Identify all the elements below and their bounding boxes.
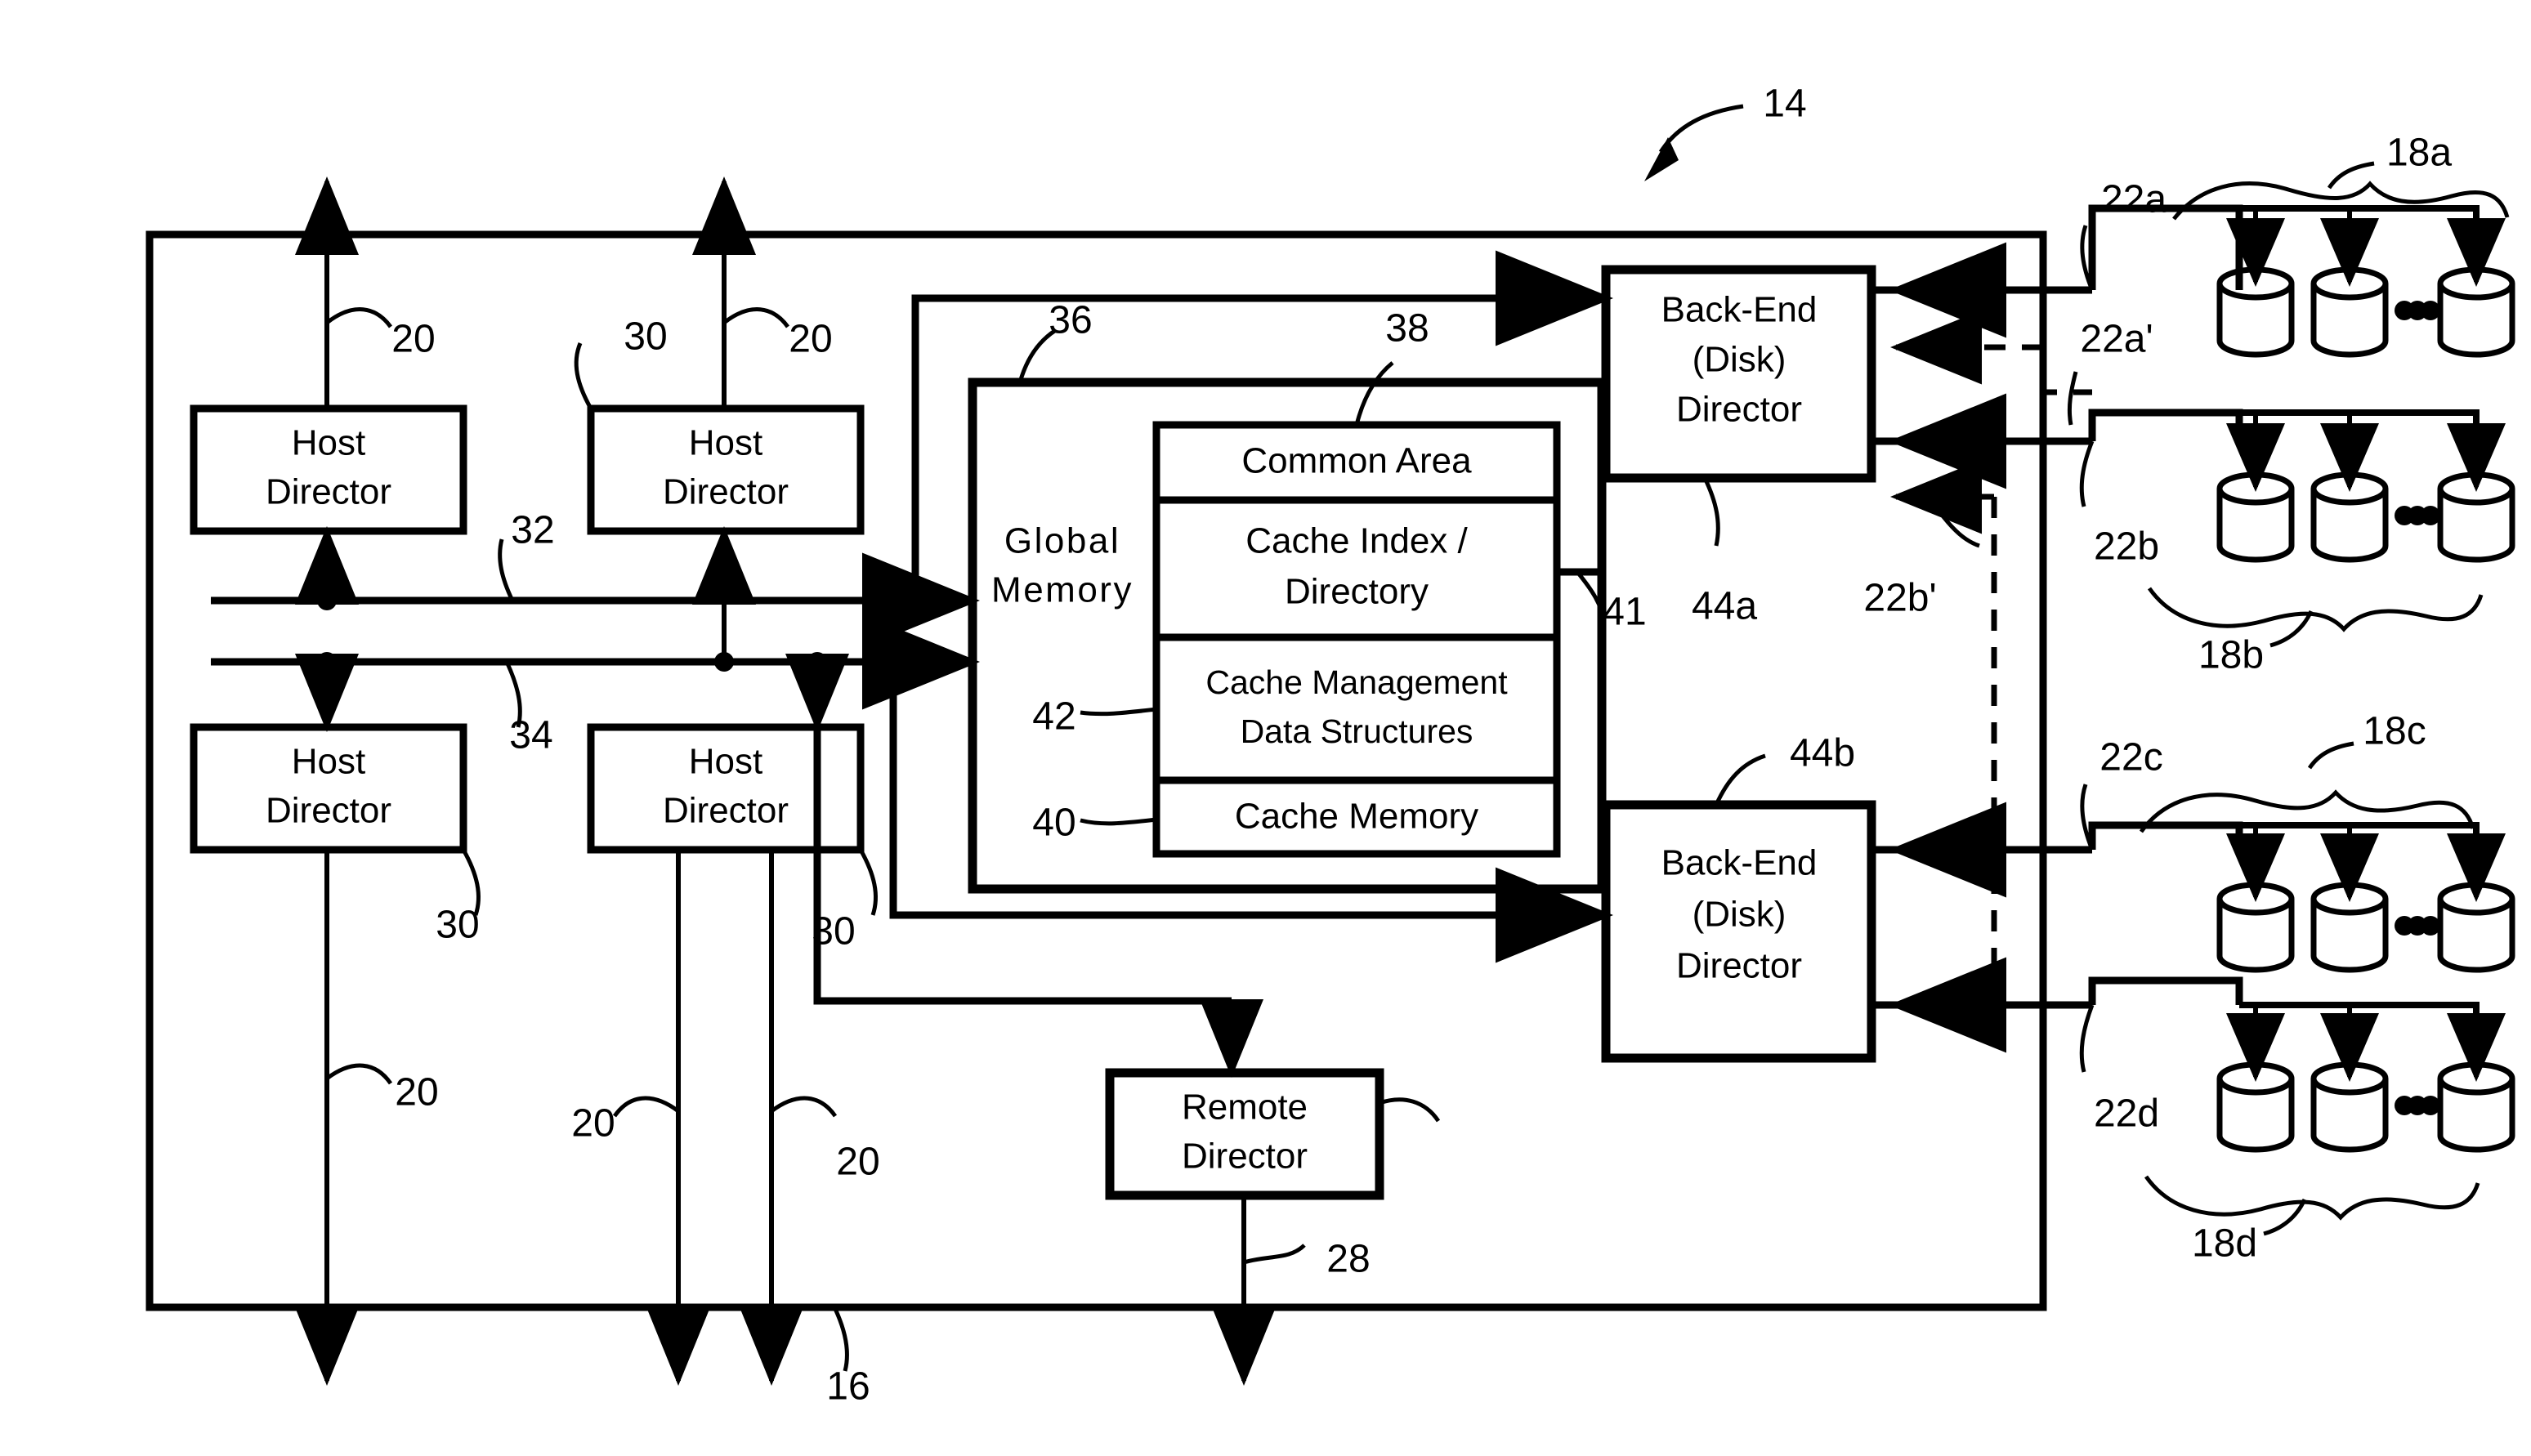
backend-director-b-line3: Director <box>1676 946 1802 986</box>
backend-director-a-line1: Back-End <box>1661 290 1818 330</box>
host-director-2-line2: Director <box>663 472 789 512</box>
host-director-1-line2: Director <box>266 472 391 512</box>
ref-18d: 18d <box>2192 1222 2257 1266</box>
host-director-4-line2: Director <box>663 791 789 831</box>
backend-director-a-line2: (Disk) <box>1693 340 1786 380</box>
ref-18a: 18a <box>2386 132 2452 175</box>
ref-30-bottom-b: 30 <box>812 910 855 954</box>
global-memory-line1: Global <box>1004 521 1120 561</box>
backend-director-a-line3: Director <box>1676 390 1802 430</box>
ref-14: 14 <box>1763 83 1806 126</box>
host-director-4-line1: Host <box>689 742 762 782</box>
host-director-3-line2: Director <box>266 791 391 831</box>
ref-20-bottom-b: 20 <box>571 1102 615 1146</box>
cache-mgmt-line2: Data Structures <box>1241 712 1473 750</box>
ref-22a: 22a <box>2101 178 2167 221</box>
ref-32: 32 <box>511 509 554 552</box>
ref-22c: 22c <box>2099 736 2162 779</box>
ref-44a: 44a <box>1692 585 1757 628</box>
cache-memory-label: Cache Memory <box>1235 797 1478 837</box>
ref-20-bottom-c: 20 <box>836 1141 879 1184</box>
remote-director-line1: Remote <box>1182 1088 1308 1128</box>
ref-34: 34 <box>509 714 552 757</box>
ref-30-top-b: 30 <box>624 315 667 359</box>
ref-22b: 22b <box>2094 525 2159 569</box>
ref-22a-prime: 22a' <box>2080 318 2153 361</box>
diagram-text: Host Director Host Director Host Directo… <box>266 83 2452 1409</box>
ref-40: 40 <box>1032 802 1075 845</box>
ref-22b-prime: 22b' <box>1863 577 1936 620</box>
ref-38: 38 <box>1385 307 1429 351</box>
backend-director-b-line2: (Disk) <box>1693 895 1786 935</box>
ref-20-top-b: 20 <box>789 318 832 361</box>
ref-18c: 18c <box>2363 710 2426 753</box>
ref-36: 36 <box>1049 299 1092 342</box>
ref-28: 28 <box>1326 1238 1370 1281</box>
backend-director-b-line1: Back-End <box>1661 843 1818 883</box>
cache-mgmt-line1: Cache Management <box>1205 663 1508 701</box>
patent-figure: Host Director Host Director Host Directo… <box>0 0 2531 1456</box>
global-memory-line2: Memory <box>991 570 1134 610</box>
cache-index-line1: Cache Index / <box>1245 521 1468 561</box>
ref-20-top-a: 20 <box>391 318 435 361</box>
host-director-2-line1: Host <box>689 423 762 463</box>
remote-director-line2: Director <box>1182 1137 1308 1177</box>
host-director-3-line1: Host <box>292 742 365 782</box>
ref-42: 42 <box>1032 695 1075 739</box>
host-director-1-line1: Host <box>292 423 365 463</box>
ref-22d: 22d <box>2094 1092 2159 1136</box>
ref-18b: 18b <box>2198 634 2264 677</box>
ref-20-bottom-a: 20 <box>395 1071 438 1114</box>
ref-30-bottom-a: 30 <box>436 904 479 947</box>
cache-index-line2: Directory <box>1285 572 1429 612</box>
ref-44b: 44b <box>1790 732 1855 775</box>
ref-16: 16 <box>826 1365 870 1409</box>
common-area-label: Common Area <box>1241 441 1472 481</box>
ref-41: 41 <box>1603 591 1646 634</box>
